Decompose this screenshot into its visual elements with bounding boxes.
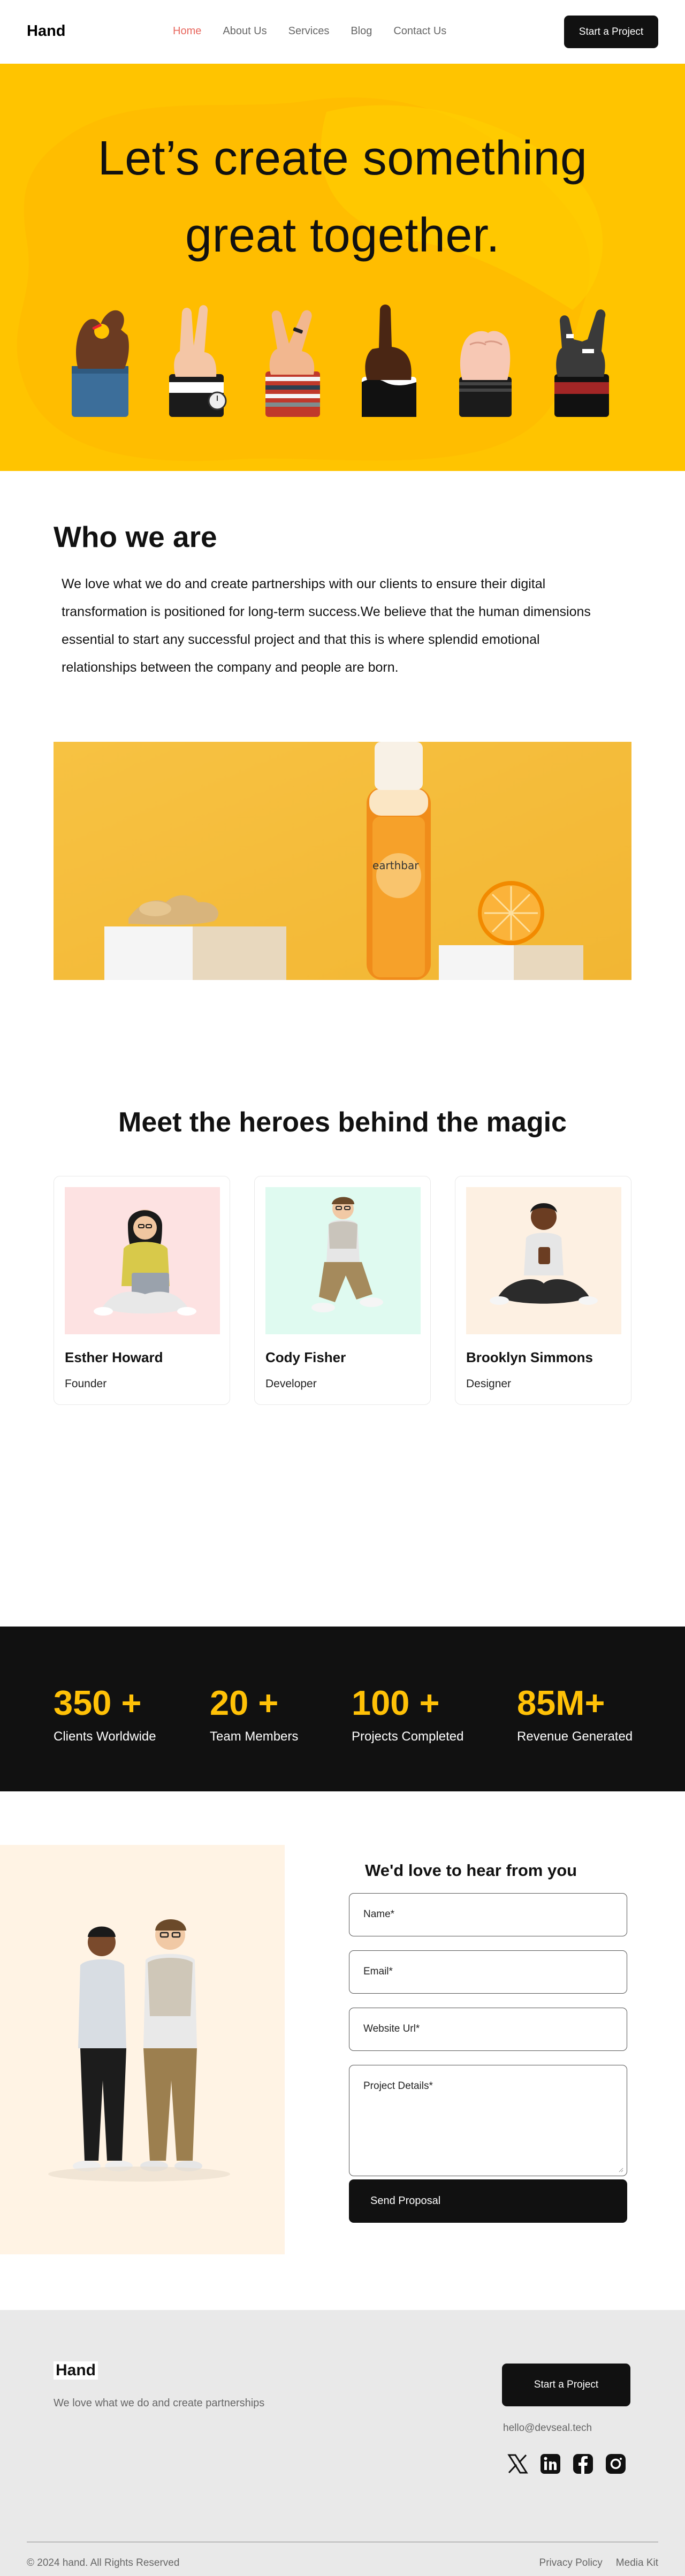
- x-icon[interactable]: [506, 2452, 530, 2476]
- bottle-brand-text: earthbar: [372, 859, 419, 872]
- hero-title-line-1: Let’s create something: [97, 132, 588, 185]
- footer-tagline: We love what we do and create partnershi…: [54, 2397, 265, 2409]
- peace-ring-hand-icon: [261, 302, 324, 417]
- instagram-icon[interactable]: [604, 2452, 628, 2476]
- team-card-cody[interactable]: Cody Fisher Developer: [254, 1176, 431, 1405]
- stats-section: 350 + Clients Worldwide 20 + Team Member…: [0, 1627, 685, 1791]
- main-nav: Home About Us Services Blog Contact Us: [173, 25, 468, 37]
- footer-logo[interactable]: Hand: [54, 2361, 98, 2380]
- project-details-field[interactable]: Project Details*: [349, 2065, 627, 2176]
- stat-label: Projects Completed: [352, 1729, 464, 1744]
- team-card-esther[interactable]: Esther Howard Founder: [54, 1176, 230, 1405]
- nav-link-about[interactable]: About Us: [223, 25, 267, 37]
- site-header: Hand Home About Us Services Blog Contact…: [0, 0, 685, 64]
- stat-label: Team Members: [210, 1729, 299, 1744]
- nav-link-home[interactable]: Home: [173, 25, 201, 37]
- pointing-hand-icon: [357, 302, 421, 417]
- who-description: We love what we do and create partnershi…: [62, 576, 591, 675]
- linkedin-icon[interactable]: [538, 2452, 562, 2476]
- hero-title-line-2: great together.: [185, 209, 500, 262]
- site-footer: Hand We love what we do and create partn…: [0, 2310, 685, 2576]
- product-banner-image: earthbar: [54, 742, 631, 980]
- avatar: [466, 1187, 621, 1334]
- avatar: [65, 1187, 220, 1334]
- stat-value: 20 +: [210, 1683, 279, 1722]
- team-section: Meet the heroes behind the magic Esther …: [0, 980, 685, 1627]
- stat-value: 350 +: [54, 1683, 142, 1722]
- product-banner-section: earthbar: [0, 742, 685, 980]
- resize-grip-icon[interactable]: [618, 2167, 623, 2172]
- stat-value: 100 +: [352, 1683, 440, 1722]
- nav-link-services[interactable]: Services: [288, 25, 330, 37]
- stat-label: Clients Worldwide: [54, 1729, 156, 1744]
- website-field-placeholder: Website Url*: [363, 2023, 420, 2034]
- nav-link-blog[interactable]: Blog: [351, 25, 372, 37]
- peace-hand-icon: [165, 302, 228, 417]
- avatar: [265, 1187, 421, 1334]
- ok-hand-icon: [68, 302, 132, 417]
- team-member-role: Developer: [265, 1378, 317, 1390]
- hero-title: Let’s create something great together.: [0, 120, 685, 274]
- logo[interactable]: Hand: [27, 22, 66, 40]
- name-field-placeholder: Name*: [363, 1909, 395, 1920]
- team-member-role: Designer: [466, 1378, 512, 1390]
- team-member-name: Cody Fisher: [265, 1349, 346, 1365]
- hand-gestures-row: [0, 302, 685, 471]
- contact-section: We'd love to hear from you Name* Email* …: [0, 1791, 685, 2310]
- fist-hand-icon: [454, 302, 517, 417]
- stat-label: Revenue Generated: [517, 1729, 633, 1744]
- name-field[interactable]: Name*: [349, 1893, 627, 1936]
- start-project-button[interactable]: Start a Project: [564, 16, 658, 48]
- who-we-are-section: Who we are We love what we do and create…: [0, 471, 685, 742]
- send-proposal-label: Send Proposal: [370, 2195, 441, 2207]
- team-member-role: Founder: [65, 1378, 107, 1390]
- email-field[interactable]: Email*: [349, 1950, 627, 1994]
- facebook-icon[interactable]: [571, 2452, 595, 2476]
- website-field[interactable]: Website Url*: [349, 2008, 627, 2051]
- team-heading: Meet the heroes behind the magic: [118, 1107, 567, 1138]
- team-card-brooklyn[interactable]: Brooklyn Simmons Designer: [455, 1176, 631, 1405]
- team-member-name: Brooklyn Simmons: [466, 1349, 593, 1365]
- footer-email-link[interactable]: hello@devseal.tech: [503, 2422, 592, 2434]
- who-heading: Who we are: [54, 520, 217, 553]
- team-member-name: Esther Howard: [65, 1349, 163, 1365]
- rock-hand-icon: [550, 302, 613, 417]
- project-details-placeholder: Project Details*: [363, 2080, 433, 2092]
- social-links: [506, 2452, 628, 2476]
- hero-section: Let’s create something great together.: [0, 64, 685, 471]
- send-proposal-button[interactable]: Send Proposal: [349, 2179, 627, 2223]
- contact-heading: We'd love to hear from you: [365, 1861, 577, 1880]
- contact-illustration: [0, 1845, 285, 2254]
- nav-link-contact[interactable]: Contact Us: [393, 25, 446, 37]
- stat-value: 85M+: [517, 1683, 605, 1722]
- footer-start-project-button[interactable]: Start a Project: [502, 2364, 630, 2406]
- email-field-placeholder: Email*: [363, 1966, 393, 1977]
